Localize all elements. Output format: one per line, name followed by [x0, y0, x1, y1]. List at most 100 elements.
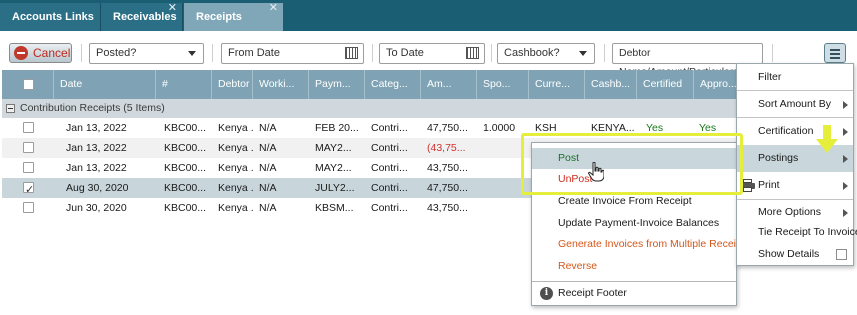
chevron-right-icon [843, 128, 848, 136]
cancel-button[interactable]: Cancel [9, 43, 72, 63]
menu-item-label: Certification [758, 125, 814, 137]
tab-label: Receipts [196, 11, 242, 23]
date-cell: Jan 13, 2022 [66, 142, 127, 154]
chevron-down-icon [579, 51, 587, 56]
table-row[interactable]: Jan 13, 2022 KBC00... Kenya ... N/A FEB … [2, 118, 738, 138]
create-invoice-menu-item[interactable]: Create Invoice From Receipt [532, 191, 736, 212]
cashbook-value: Cashbook? [504, 47, 560, 59]
working-cell: N/A [259, 122, 277, 134]
menu-item-label: More Options [758, 206, 822, 218]
printer-icon [740, 179, 755, 192]
cancel-icon [14, 46, 28, 60]
tab-label: Accounts Links [12, 11, 94, 23]
search-input[interactable]: Debtor Name/Amount/Particulars [612, 43, 763, 78]
row-checkbox[interactable] [23, 202, 34, 213]
menu-item-label: Tie Receipt To Invoice [758, 226, 857, 238]
cashbook-select[interactable]: Cashbook? [497, 43, 595, 64]
currency-cell: KSH [535, 122, 557, 134]
number-cell: KBC00... [164, 122, 207, 134]
generate-invoices-menu-item[interactable]: Generate Invoices from Multiple Receipts [532, 234, 750, 255]
amount-cell: 47,750... [427, 122, 468, 134]
payment-cell: FEB 20... [315, 122, 359, 134]
debtor-cell: Kenya ... [218, 142, 253, 154]
column-header[interactable]: Categ... [365, 70, 421, 99]
date-cell: Jan 13, 2022 [66, 162, 127, 174]
category-cell: Contri... [371, 182, 408, 194]
row-checkbox[interactable] [23, 142, 34, 153]
cancel-label: Cancel [33, 46, 71, 60]
spot-cell: 1.0000 [483, 122, 516, 134]
menu-icon [830, 53, 840, 55]
chevron-down-icon [188, 51, 196, 56]
calendar-icon[interactable] [466, 47, 479, 59]
column-header[interactable]: Date [54, 70, 156, 99]
close-icon[interactable]: ✕ [269, 0, 278, 22]
tab-receivables[interactable]: Receivables ✕ [101, 0, 183, 31]
divider [772, 44, 773, 62]
column-header[interactable]: Am... [421, 70, 477, 99]
column-header[interactable]: Paym... [309, 70, 365, 99]
working-cell: N/A [259, 142, 277, 154]
column-header[interactable]: Appro... [694, 70, 738, 99]
amount-cell: (43,75... [427, 142, 466, 154]
certified-cell: Yes [646, 122, 664, 134]
print-menu-item[interactable]: Print [737, 172, 853, 199]
group-label: Contribution Receipts (5 Items) [20, 102, 165, 114]
debtor-cell: Kenya ... [218, 182, 253, 194]
to-date-placeholder: To Date [386, 47, 424, 59]
menu-item-label: Show Details [758, 248, 820, 260]
header-select-all[interactable] [2, 70, 54, 99]
options-menu: Filter Sort Amount By Certification Post… [736, 63, 857, 268]
show-details-menu-item[interactable]: Show Details [737, 241, 853, 268]
column-header[interactable]: Curre... [529, 70, 585, 99]
select-all-checkbox[interactable] [23, 79, 34, 90]
tab-accounts-links[interactable]: Accounts Links [0, 3, 101, 31]
from-date-field[interactable]: From Date [221, 43, 364, 64]
calendar-icon[interactable] [345, 47, 358, 59]
group-row[interactable]: Contribution Receipts (5 Items) [2, 99, 738, 118]
close-icon[interactable]: ✕ [168, 0, 177, 22]
posted-value: Posted? [96, 47, 137, 59]
divider [372, 44, 373, 62]
column-header[interactable]: Debtor [212, 70, 253, 99]
chevron-right-icon [843, 101, 848, 109]
divider [212, 44, 213, 62]
receipt-footer-menu-item[interactable]: i Receipt Footer [532, 283, 736, 304]
approved-cell: Yes [699, 122, 717, 134]
toolbar: Cancel Posted? From Date To Date Cashboo… [0, 33, 857, 78]
filter-menu-item[interactable]: Filter [737, 64, 853, 91]
to-date-field[interactable]: To Date [379, 43, 485, 64]
unpost-menu-item[interactable]: UnPost [532, 169, 736, 190]
menu-button[interactable] [824, 43, 846, 63]
menu-icon [830, 49, 840, 51]
column-header[interactable]: Certified [637, 70, 694, 99]
row-checkbox[interactable] [23, 180, 34, 200]
chevron-right-icon [843, 182, 848, 190]
date-cell: Jan 13, 2022 [66, 122, 127, 134]
date-cell: Aug 30, 2020 [66, 182, 129, 194]
row-checkbox[interactable] [23, 162, 34, 173]
category-cell: Contri... [371, 122, 408, 134]
column-header[interactable]: Cashb... [585, 70, 637, 99]
menu-icon [830, 57, 840, 59]
update-balances-menu-item[interactable]: Update Payment-Invoice Balances [532, 213, 736, 234]
hand-cursor-icon [588, 162, 604, 182]
show-details-checkbox[interactable] [836, 249, 847, 260]
number-cell: KBC00... [164, 202, 207, 214]
post-menu-item[interactable]: Post [532, 148, 736, 169]
payment-cell: JULY2... [315, 182, 355, 194]
date-cell: Jun 30, 2020 [66, 202, 127, 214]
column-header[interactable]: Spo... [477, 70, 529, 99]
amount-cell: 43,750... [427, 202, 468, 214]
row-checkbox[interactable] [23, 122, 34, 133]
column-header[interactable]: Worki... [253, 70, 309, 99]
number-cell: KBC00... [164, 182, 207, 194]
sort-amount-menu-item[interactable]: Sort Amount By [737, 91, 853, 118]
menu-item-label: Sort Amount By [758, 98, 831, 110]
reverse-menu-item[interactable]: Reverse [532, 256, 736, 277]
menu-item-label: Postings [758, 152, 799, 164]
posted-select[interactable]: Posted? [89, 43, 204, 64]
collapse-icon[interactable] [6, 104, 15, 113]
tab-receipts[interactable]: Receipts ✕ [184, 0, 283, 31]
column-header[interactable]: # [156, 70, 212, 99]
